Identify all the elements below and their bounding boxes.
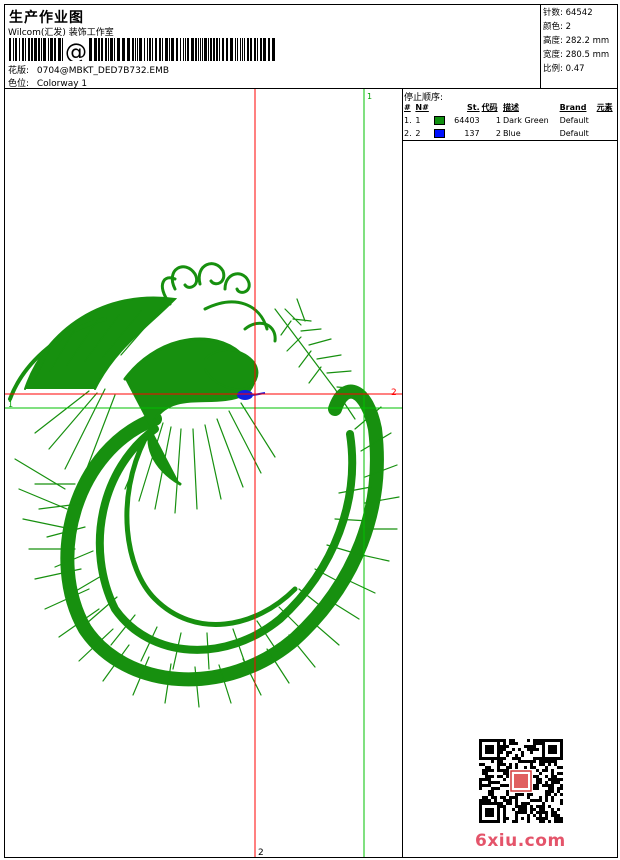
col-header: # xyxy=(404,103,411,112)
stat-value: 282.2 mm xyxy=(565,36,610,46)
col-header: N# xyxy=(415,103,429,112)
col-header: 描述 xyxy=(502,103,519,112)
row-stitches: 137 xyxy=(448,127,481,141)
worksheet: 生产作业图 Wilcom(汇发) 装饰工作室 @ 花版: 0704@MBKT_D… xyxy=(4,4,618,858)
row-n: 2 xyxy=(414,127,433,141)
stat-scale: 比例: 0.47 xyxy=(543,62,617,76)
stat-value: 0.47 xyxy=(565,64,585,74)
barcode-icon: @ xyxy=(9,38,275,61)
design-label: 花版: xyxy=(8,66,30,76)
color-swatch-cell xyxy=(433,114,448,127)
col-header: 元素 xyxy=(596,103,613,112)
blue-eye xyxy=(237,390,253,400)
col-header: 代码 xyxy=(481,103,498,112)
colorway-value: Colorway 1 xyxy=(36,79,88,89)
row-element xyxy=(596,114,617,127)
stat-label: 针数: xyxy=(543,8,563,18)
qr-code-icon xyxy=(479,739,563,823)
colorway-label: 色位: xyxy=(8,79,30,89)
table-row: 1. 1 64403 1 Dark Green Default xyxy=(403,114,617,127)
row-element xyxy=(595,127,617,141)
row-brand: Default xyxy=(558,127,596,141)
stats-box: 针数: 64542 颜色: 2 高度: 282.2 mm 宽度: 280.5 m… xyxy=(540,5,617,89)
stop-sequence-table: # N# St. 代码 描述 Brand 元素 1. 1 64403 1 Dar… xyxy=(403,101,617,141)
color-swatch xyxy=(433,116,445,125)
stat-height: 高度: 282.2 mm xyxy=(543,34,617,48)
stat-value: 280.5 mm xyxy=(565,50,610,60)
colorway-row: 色位: Colorway 1 xyxy=(8,76,87,89)
row-stitches: 64403 xyxy=(454,116,480,125)
row-index: 1. xyxy=(404,116,412,125)
stat-width: 宽度: 280.5 mm xyxy=(543,48,617,62)
stat-stitches: 针数: 64542 xyxy=(543,6,617,20)
row-index: 2. xyxy=(403,127,415,141)
marker-red-right: 2 xyxy=(391,388,397,398)
stop-sequence-panel: 停止顺序: # N# St. 代码 描述 Brand 元素 1. 1 64403… xyxy=(403,89,617,857)
page-title: 生产作业图 xyxy=(9,10,84,26)
design-canvas: 1 1 2 2 xyxy=(5,89,403,857)
watermark: 6xiu.com xyxy=(475,831,566,851)
design-file-name: 0704@MBKT_DED7B732.EMB xyxy=(36,66,170,76)
color-swatch xyxy=(433,128,445,138)
company-name: Wilcom(汇发) 装饰工作室 xyxy=(8,28,114,38)
color-swatch-cell xyxy=(432,127,449,141)
row-brand: Default xyxy=(559,116,589,125)
stat-value: 2 xyxy=(565,22,571,32)
svg-text:@: @ xyxy=(65,40,87,61)
table-header-row: # N# St. 代码 描述 Brand 元素 xyxy=(403,101,617,114)
marker-green-left: 1 xyxy=(8,400,13,409)
marker-red-bottom: 2 xyxy=(258,848,264,857)
marker-green-top: 1 xyxy=(367,92,372,101)
design-file-row: 花版: 0704@MBKT_DED7B732.EMB xyxy=(8,63,169,76)
stat-label: 比例: xyxy=(543,64,563,74)
row-code: 1 xyxy=(495,116,501,125)
stat-value: 64542 xyxy=(565,8,593,18)
row-code: 2 xyxy=(480,127,502,141)
row-desc: Dark Green xyxy=(502,116,549,125)
row-desc: Blue xyxy=(501,127,559,141)
table-row: 2. 2 137 2 Blue Default xyxy=(403,127,617,141)
stat-label: 宽度: xyxy=(543,50,563,60)
embroidery-preview: 1 1 2 2 xyxy=(5,89,402,857)
header: 生产作业图 Wilcom(汇发) 装饰工作室 @ 花版: 0704@MBKT_D… xyxy=(5,5,617,89)
stat-label: 高度: xyxy=(543,36,563,46)
stat-colors: 颜色: 2 xyxy=(543,20,617,34)
col-header: Brand xyxy=(559,103,587,112)
row-n: 1 xyxy=(415,116,421,125)
stat-label: 颜色: xyxy=(543,22,563,32)
col-header: St. xyxy=(467,103,480,112)
phoenix-embroidery xyxy=(8,262,400,708)
col-header xyxy=(433,101,448,114)
